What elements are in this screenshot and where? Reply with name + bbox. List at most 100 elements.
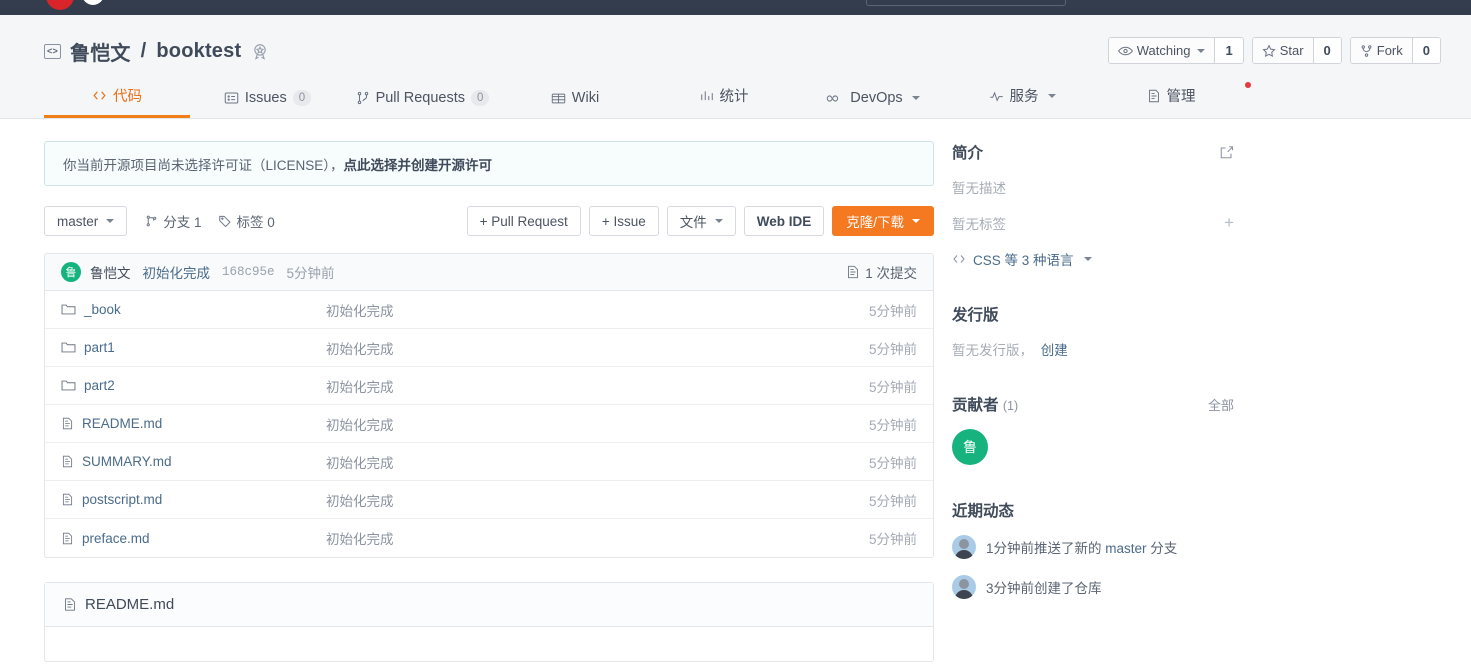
activity-text: 1分钟前推送了新的 master 分支: [986, 537, 1177, 557]
file-commit-message[interactable]: 初始化完成: [326, 452, 869, 472]
file-commit-message[interactable]: 初始化完成: [326, 300, 869, 320]
contributors-all-link[interactable]: 全部: [1208, 395, 1234, 414]
chevron-down-icon: [1047, 93, 1056, 98]
tags-count-label: 标签 0: [236, 215, 275, 230]
license-create-link[interactable]: 点此选择并创建开源许可: [344, 154, 493, 174]
file-name-link[interactable]: part1: [84, 340, 115, 355]
file-commit-message[interactable]: 初始化完成: [326, 528, 869, 548]
top-navigation-bar: [0, 0, 1471, 15]
about-title: 简介: [952, 145, 984, 162]
commit-sha[interactable]: 168c95e: [222, 265, 275, 279]
infinity-icon: [827, 94, 839, 102]
tab-issues[interactable]: Issues 0: [190, 90, 345, 118]
web-ide-button[interactable]: Web IDE: [743, 206, 825, 236]
commit-author-avatar[interactable]: 鲁: [61, 262, 81, 282]
star-button-group[interactable]: Star 0: [1251, 37, 1342, 64]
repo-name-link[interactable]: booktest: [156, 40, 241, 63]
folder-icon: [61, 342, 76, 353]
file-name-cell[interactable]: part2: [61, 378, 326, 393]
table-row[interactable]: SUMMARY.md 初始化完成 5分钟前: [45, 443, 933, 481]
file-name-cell[interactable]: postscript.md: [61, 492, 326, 507]
activity-section: 近期动态 1分钟前推送了新的 master 分支 3分钟前创建了仓库: [952, 499, 1234, 599]
watch-button-group[interactable]: Watching 1: [1107, 37, 1244, 64]
new-pull-request-button[interactable]: + Pull Request: [466, 206, 581, 236]
file-name-link[interactable]: _book: [84, 302, 121, 317]
table-row[interactable]: README.md 初始化完成 5分钟前: [45, 405, 933, 443]
tag-icon: [218, 215, 231, 228]
file-commit-time: 5分钟前: [868, 303, 917, 319]
commit-count-label: 1 次提交: [865, 266, 917, 281]
fork-button-group[interactable]: Fork 0: [1349, 37, 1441, 64]
tab-pull-requests[interactable]: Pull Requests 0: [345, 90, 500, 118]
about-section-header: 简介: [952, 141, 1234, 163]
clone-download-button[interactable]: 克隆/下载: [832, 206, 934, 236]
contributor-avatar[interactable]: 鲁: [952, 429, 988, 465]
global-search-input[interactable]: [866, 0, 1066, 6]
repo-languages-link[interactable]: CSS 等 3 种语言: [973, 249, 1074, 269]
pulse-icon: [989, 90, 1003, 102]
avatar[interactable]: [952, 535, 976, 559]
file-name-link[interactable]: SUMMARY.md: [82, 454, 172, 469]
award-badge-icon: [250, 42, 270, 62]
commit-count-link[interactable]: 1 次提交: [846, 262, 917, 282]
repo-languages-row[interactable]: CSS 等 3 种语言: [952, 249, 1234, 269]
repository-header: <> 鲁恺文 / booktest Watching 1 Star 0 Fork…: [0, 15, 1471, 119]
file-name-link[interactable]: README.md: [82, 416, 162, 431]
file-name-cell[interactable]: _book: [61, 302, 326, 317]
activity-branch-link[interactable]: master: [1105, 541, 1146, 556]
table-row[interactable]: part1 初始化完成 5分钟前: [45, 329, 933, 367]
star-count[interactable]: 0: [1312, 38, 1341, 63]
tab-wiki[interactable]: Wiki: [500, 90, 650, 118]
new-issue-button[interactable]: + Issue: [588, 206, 659, 236]
file-commit-message[interactable]: 初始化完成: [326, 376, 869, 396]
star-button[interactable]: Star: [1252, 38, 1313, 63]
tags-count[interactable]: 标签 0: [218, 211, 275, 231]
star-label: Star: [1279, 43, 1304, 58]
file-commit-message[interactable]: 初始化完成: [326, 490, 869, 510]
file-commit-time: 5分钟前: [868, 417, 917, 433]
clone-download-label: 克隆/下载: [846, 215, 904, 230]
file-name-link[interactable]: preface.md: [82, 531, 150, 546]
fork-icon: [1361, 44, 1372, 57]
file-name-cell[interactable]: README.md: [61, 416, 326, 431]
edit-square-icon[interactable]: [1219, 145, 1234, 160]
file-name-cell[interactable]: SUMMARY.md: [61, 454, 326, 469]
table-row[interactable]: preface.md 初始化完成 5分钟前: [45, 519, 933, 557]
fork-button[interactable]: Fork: [1350, 38, 1412, 63]
branch-icon: [146, 215, 157, 227]
watch-label: Watching: [1136, 43, 1191, 58]
tab-services[interactable]: 服务: [948, 85, 1096, 118]
avatar[interactable]: [952, 575, 976, 599]
gitee-logo-icon[interactable]: [46, 0, 74, 10]
file-doc-icon: [62, 532, 73, 544]
file-name-link[interactable]: postscript.md: [82, 492, 162, 507]
repo-owner-link[interactable]: 鲁恺文: [70, 37, 131, 66]
table-row[interactable]: _book 初始化完成 5分钟前: [45, 291, 933, 329]
chevron-down-icon: [1083, 257, 1092, 261]
branches-count[interactable]: 分支 1: [145, 211, 202, 231]
tab-management[interactable]: 管理: [1096, 82, 1251, 118]
contributors-section-header: 贡献者 (1) 全部: [952, 393, 1234, 415]
tab-devops[interactable]: DevOps: [798, 90, 948, 118]
file-commit-message[interactable]: 初始化完成: [326, 338, 869, 358]
files-dropdown-button[interactable]: 文件: [666, 206, 736, 236]
branch-selector-button[interactable]: master: [44, 206, 128, 236]
create-release-link[interactable]: 创建: [1041, 343, 1068, 358]
tab-management-label: 管理: [1166, 89, 1196, 105]
file-name-cell[interactable]: part1: [61, 340, 326, 355]
fork-count[interactable]: 0: [1411, 38, 1440, 63]
commit-message[interactable]: 初始化完成: [143, 262, 211, 282]
watch-button[interactable]: Watching: [1108, 38, 1215, 63]
file-name-cell[interactable]: preface.md: [61, 531, 326, 546]
file-doc-icon: [61, 531, 74, 546]
commit-author-name[interactable]: 鲁恺文: [90, 262, 131, 282]
tab-code[interactable]: 代码: [44, 85, 190, 118]
chevron-down-icon: [912, 219, 920, 223]
file-commit-message[interactable]: 初始化完成: [326, 414, 869, 434]
tab-statistics[interactable]: 统计: [650, 85, 798, 118]
file-name-link[interactable]: part2: [84, 378, 115, 393]
table-row[interactable]: postscript.md 初始化完成 5分钟前: [45, 481, 933, 519]
table-row[interactable]: part2 初始化完成 5分钟前: [45, 367, 933, 405]
add-tag-plus-icon[interactable]: +: [1224, 213, 1234, 233]
watch-count[interactable]: 1: [1214, 38, 1243, 63]
